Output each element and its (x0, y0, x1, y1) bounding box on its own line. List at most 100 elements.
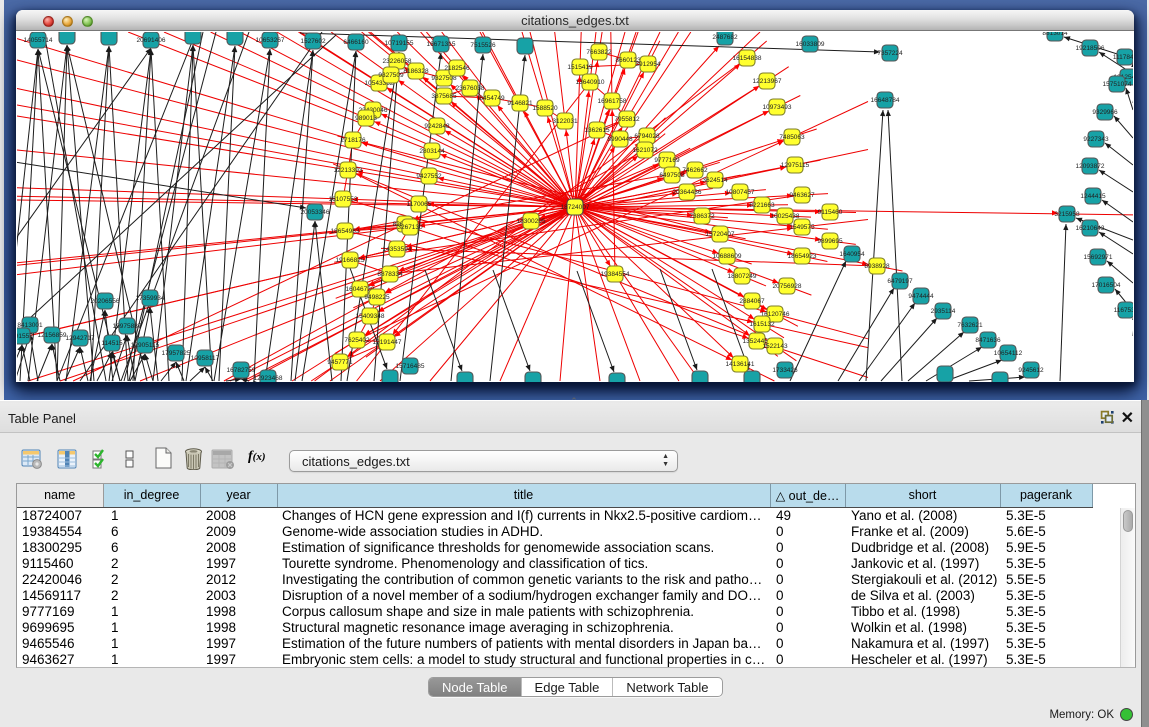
svg-text:9463627: 9463627 (789, 192, 815, 199)
svg-text:10653267: 10653267 (256, 37, 285, 44)
svg-text:12156859: 12156859 (38, 332, 67, 339)
svg-text:8471636: 8471636 (975, 337, 1001, 344)
svg-text:1167533: 1167533 (1114, 307, 1133, 314)
svg-text:1362615: 1362615 (584, 127, 610, 134)
svg-text:3267130: 3267130 (397, 224, 423, 231)
svg-text:23226058: 23226058 (383, 58, 412, 65)
svg-text:7386372: 7386372 (689, 213, 715, 220)
svg-text:10719155: 10719155 (385, 40, 414, 47)
svg-text:9146821: 9146821 (507, 100, 533, 107)
svg-text:16671315: 16671315 (427, 41, 456, 48)
svg-text:20691406: 20691406 (137, 37, 166, 44)
svg-text:1615132: 1615132 (749, 321, 775, 328)
svg-text:114515: 114515 (101, 340, 123, 347)
svg-text:12975115: 12975115 (781, 162, 810, 169)
svg-text:7663822: 7663822 (586, 49, 612, 56)
svg-text:1117842: 1117842 (1113, 54, 1133, 61)
svg-text:1170065: 1170065 (407, 201, 432, 208)
svg-text:16107553: 16107553 (329, 196, 358, 203)
svg-text:7462662: 7462662 (682, 167, 708, 174)
svg-text:9899695: 9899695 (817, 238, 843, 245)
svg-text:3215958: 3215958 (1054, 211, 1080, 218)
svg-text:15692971: 15692971 (1084, 254, 1113, 261)
svg-text:16154838: 16154838 (733, 55, 762, 62)
svg-text:16033809: 16033809 (796, 41, 825, 48)
svg-text:19191447: 19191447 (373, 339, 402, 346)
svg-text:7632621: 7632621 (957, 322, 983, 329)
svg-text:9427552: 9427552 (416, 173, 442, 180)
svg-text:10958117: 10958117 (191, 355, 220, 362)
svg-text:18654983: 18654983 (331, 228, 360, 235)
svg-text:19166825: 19166825 (336, 257, 365, 264)
svg-text:14353594: 14353594 (383, 246, 412, 253)
svg-text:8878334: 8878334 (377, 271, 403, 278)
svg-text:6466160: 6466160 (343, 39, 369, 46)
svg-text:6794028: 6794028 (634, 133, 660, 140)
svg-text:18807249: 18807249 (728, 273, 757, 280)
svg-text:12905115: 12905115 (131, 342, 160, 349)
svg-text:13640910: 13640910 (576, 79, 605, 86)
svg-text:18724007: 18724007 (561, 204, 590, 211)
svg-text:989013: 989013 (355, 115, 377, 122)
svg-text:9115460: 9115460 (818, 209, 843, 216)
svg-text:17957825: 17957825 (162, 350, 191, 357)
svg-text:16961758: 16961758 (598, 98, 627, 105)
svg-text:23676038: 23676038 (456, 85, 485, 92)
svg-text:20206556: 20206556 (91, 298, 120, 305)
svg-text:2935114: 2935114 (931, 308, 956, 315)
svg-text:1549575: 1549575 (789, 224, 815, 231)
svg-text:1527602: 1527602 (300, 38, 326, 45)
svg-text:8813014: 8813014 (1042, 32, 1068, 37)
svg-text:9245612: 9245612 (1018, 367, 1044, 374)
svg-text:14136141: 14136141 (726, 361, 755, 368)
svg-text:3122031: 3122031 (552, 118, 578, 125)
svg-text:9329966: 9329966 (1092, 109, 1118, 116)
svg-text:18300295: 18300295 (517, 218, 546, 225)
svg-text:8186328: 8186328 (403, 68, 429, 75)
svg-text:9457771: 9457771 (327, 359, 353, 366)
svg-text:3912954: 3912954 (635, 61, 661, 68)
svg-text:7357224: 7357224 (877, 50, 903, 57)
svg-text:1621072: 1621072 (632, 147, 658, 154)
svg-text:20756928: 20756928 (773, 283, 802, 290)
svg-text:8990448: 8990448 (607, 136, 633, 143)
svg-text:16648784: 16648784 (871, 97, 900, 104)
svg-text:2803144: 2803144 (419, 148, 445, 155)
svg-text:7515526: 7515526 (470, 42, 496, 49)
svg-text:10807457: 10807457 (726, 189, 755, 196)
svg-text:6497508: 6497508 (659, 172, 685, 179)
svg-text:10688609: 10688609 (713, 253, 742, 260)
svg-text:7625402: 7625402 (344, 337, 370, 344)
svg-text:9777169: 9777169 (654, 157, 680, 164)
svg-text:12942717: 12942717 (66, 335, 95, 342)
svg-text:2487682: 2487682 (712, 34, 738, 41)
svg-text:10025438: 10025438 (771, 213, 800, 220)
svg-text:9474444: 9474444 (908, 293, 934, 300)
svg-text:1522143: 1522143 (762, 343, 788, 350)
svg-text:9327509: 9327509 (378, 72, 404, 79)
svg-text:12093872: 12093872 (1076, 163, 1105, 170)
svg-text:2718176: 2718176 (340, 137, 366, 144)
svg-text:9242848: 9242848 (424, 123, 450, 130)
svg-text:10973493: 10973493 (763, 104, 792, 111)
svg-text:15720407: 15720407 (706, 231, 735, 238)
svg-text:1588520: 1588520 (532, 105, 558, 112)
svg-text:7955812: 7955812 (614, 116, 640, 123)
svg-text:8221663: 8221663 (749, 202, 775, 209)
svg-text:1244415: 1244415 (1080, 193, 1106, 200)
svg-text:10654112: 10654112 (994, 350, 1023, 357)
svg-text:15409348: 15409348 (356, 313, 385, 320)
svg-text:19384554: 19384554 (601, 271, 630, 278)
svg-text:12213393: 12213393 (334, 167, 363, 174)
svg-text:391557: 391557 (17, 333, 33, 340)
svg-text:3624514: 3624514 (702, 177, 728, 184)
svg-text:8454749: 8454749 (479, 95, 505, 102)
svg-text:19975887: 19975887 (113, 323, 142, 330)
svg-text:1733426: 1733426 (772, 367, 798, 374)
svg-text:15751074: 15751074 (1103, 81, 1132, 88)
svg-text:6479197: 6479197 (887, 278, 913, 285)
svg-text:16782759: 16782759 (227, 367, 256, 374)
svg-text:3875685: 3875685 (431, 93, 457, 100)
svg-text:16210643: 16210643 (1076, 225, 1105, 232)
svg-text:12923468: 12923468 (254, 375, 283, 382)
